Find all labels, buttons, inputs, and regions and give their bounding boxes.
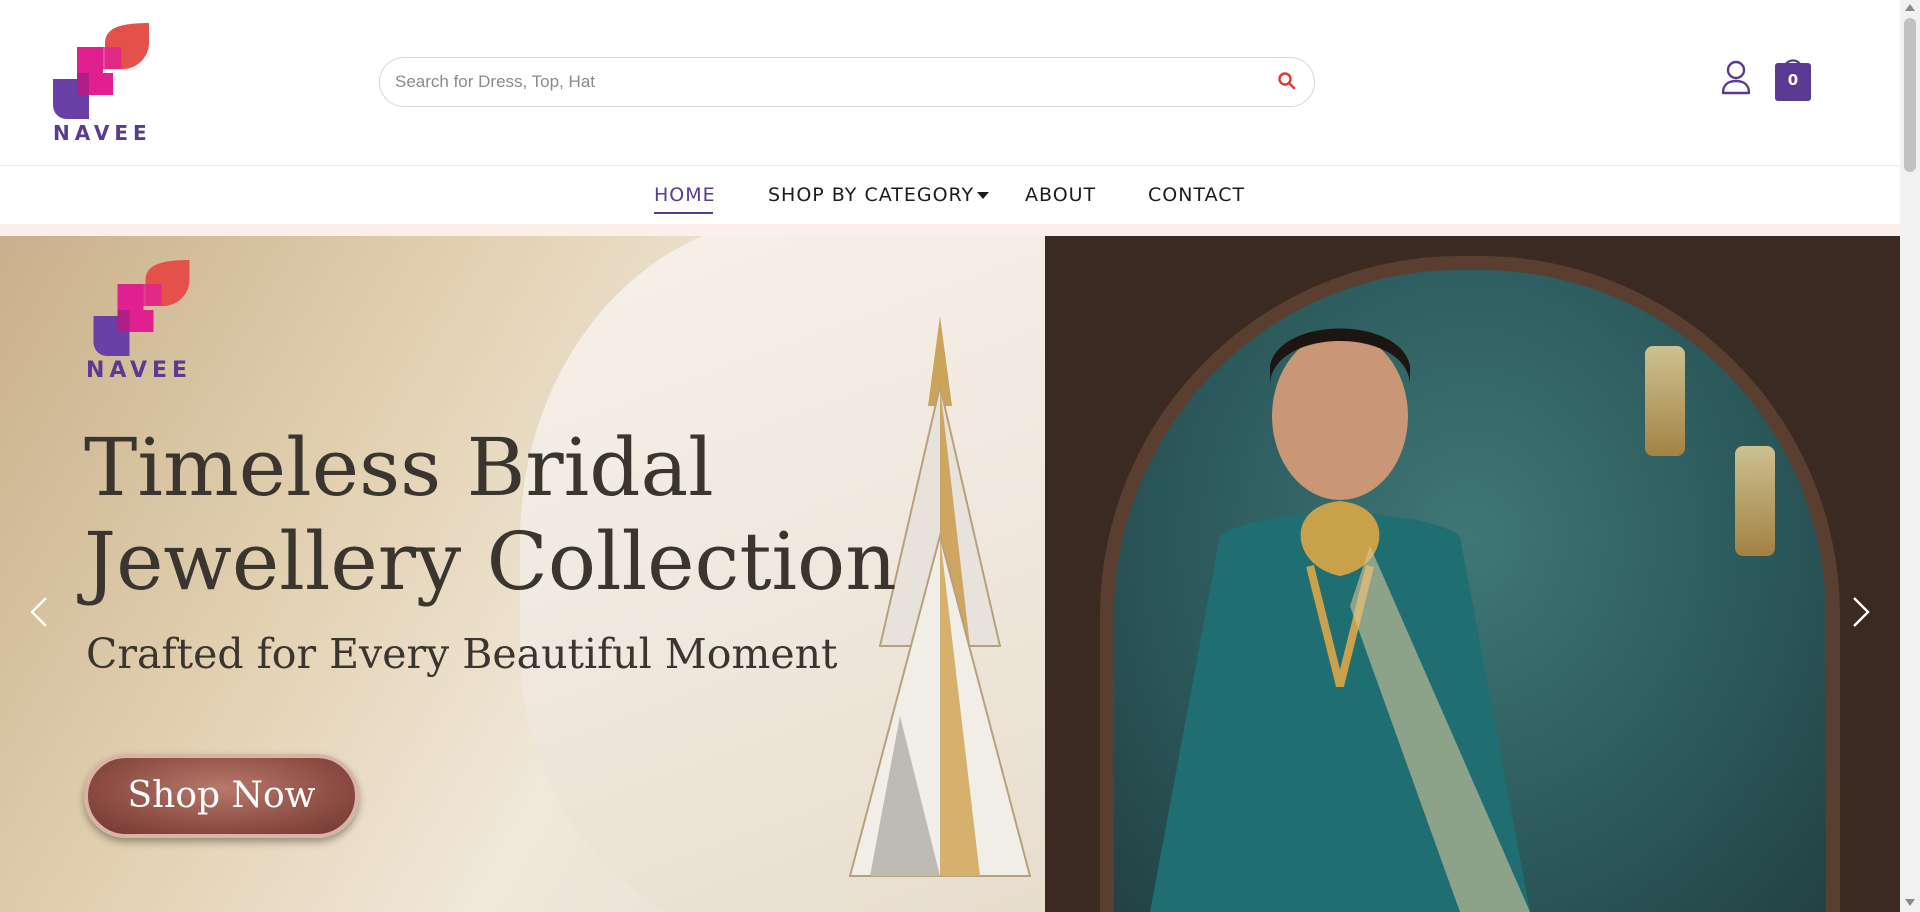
main-nav: HOME SHOP BY CATEGORY ABOUT CONTACT <box>0 166 1900 224</box>
crystal-tree-image <box>848 316 1032 877</box>
account-button[interactable] <box>1720 60 1752 96</box>
nav-item-home[interactable]: HOME <box>654 184 716 206</box>
logo-mark-icon <box>53 23 149 119</box>
search-input[interactable] <box>395 58 1255 106</box>
chevron-right-icon <box>1853 597 1870 627</box>
hero-slider[interactable]: NAVEE Timeless Bridal Jewellery Collecti… <box>0 236 1900 912</box>
scroll-down-icon[interactable] <box>1905 899 1915 906</box>
search-bar <box>379 57 1315 107</box>
search-button[interactable] <box>1276 71 1298 93</box>
scrollbar-thumb[interactable] <box>1904 18 1916 172</box>
hero-logo-wordmark: NAVEE <box>86 358 193 383</box>
chevron-down-icon[interactable] <box>977 192 989 199</box>
site-header: NAVEE 0 <box>0 0 1900 165</box>
scroll-up-icon[interactable] <box>1905 4 1915 11</box>
nav-item-contact[interactable]: CONTACT <box>1148 184 1245 206</box>
slider-prev-button[interactable] <box>20 592 60 632</box>
chevron-left-icon <box>30 597 47 627</box>
hero-title-line: Timeless Bridal <box>84 421 714 514</box>
search-icon <box>1278 72 1296 90</box>
shop-now-button[interactable]: Shop Now <box>84 754 359 838</box>
site-logo[interactable]: NAVEE <box>53 23 153 145</box>
logo-mark-icon <box>93 260 190 356</box>
hero-title: Timeless Bridal Jewellery Collection <box>84 421 904 609</box>
logo-wordmark: NAVEE <box>53 121 152 145</box>
user-icon <box>1721 60 1751 95</box>
slider-next-button[interactable] <box>1840 592 1880 632</box>
cart-button[interactable]: 0 <box>1774 54 1812 102</box>
hero-subtitle: Crafted for Every Beautiful Moment <box>86 630 838 678</box>
active-nav-underline <box>654 212 713 214</box>
nav-accent-strip <box>0 224 1900 236</box>
nav-item-shop-by-category[interactable]: SHOP BY CATEGORY <box>768 184 974 206</box>
nav-item-about[interactable]: ABOUT <box>1025 184 1096 206</box>
hero-title-line: Jewellery Collection <box>84 515 897 608</box>
page-scrollbar[interactable] <box>1900 0 1920 912</box>
lantern-image <box>1645 346 1685 456</box>
cart-count-badge: 0 <box>1787 71 1799 89</box>
bride-model-image <box>1150 328 1530 912</box>
lantern-image <box>1735 446 1775 556</box>
hero-logo: NAVEE <box>86 260 201 390</box>
